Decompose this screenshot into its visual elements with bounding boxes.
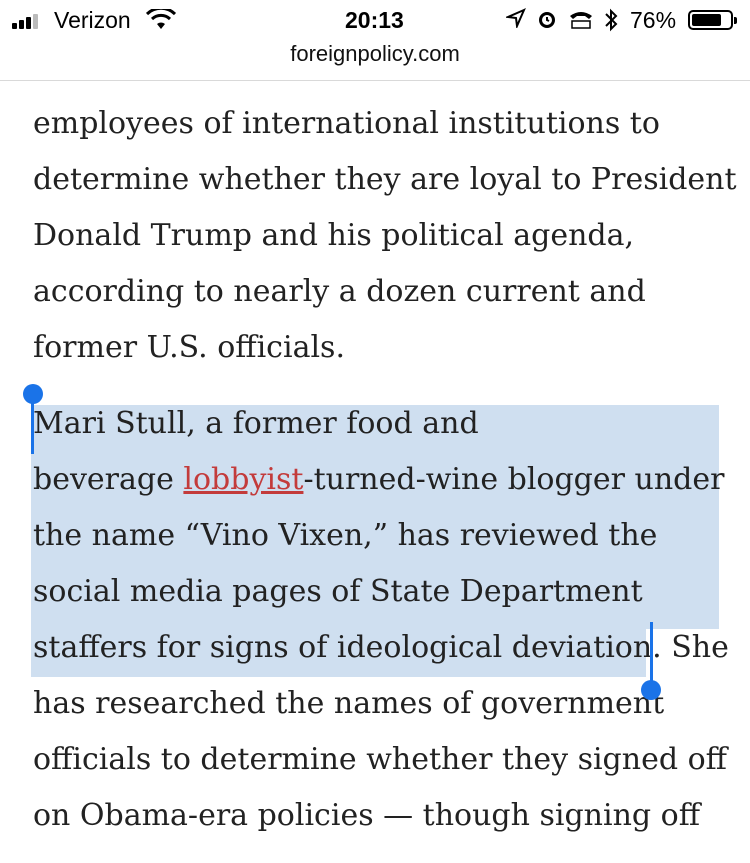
article-body: employees of international institutions … [33, 68, 737, 844]
text-line: social media pages of State Department [33, 574, 643, 609]
selection-end-handle[interactable] [641, 680, 661, 700]
alarm-icon [536, 8, 558, 36]
location-icon [504, 8, 526, 34]
text-line: according to nearly a dozen current and [33, 274, 646, 309]
text-line: on Obama-era policies — though signing o… [33, 798, 701, 833]
battery-icon [688, 10, 737, 30]
lobbyist-link[interactable]: lobbyist [183, 462, 303, 497]
text-line: has researched the names of government [33, 686, 665, 721]
bluetooth-icon [604, 8, 618, 38]
selection-end-caret [650, 622, 653, 684]
url-text: foreignpolicy.com [290, 41, 460, 66]
tty-icon [568, 8, 594, 36]
carrier-name: Verizon [54, 7, 131, 33]
paragraph-2[interactable]: Mari Stull, a former food and beverage l… [33, 396, 733, 844]
battery-percent: 76% [630, 7, 677, 33]
text-line: Donald Trump and his political agenda, [33, 218, 635, 253]
text-line: beverage lobbyist-turned-wine blogger un… [33, 462, 725, 497]
status-bar: Verizon 20:13 76% [0, 0, 750, 40]
text-line: the name “Vino Vixen,” has reviewed the [33, 518, 658, 553]
paragraph-1: employees of international institutions … [33, 96, 737, 376]
text-line: employees of international institutions … [33, 106, 660, 141]
text-line: staffers for signs of ideological deviat… [33, 630, 729, 665]
text-line: determine whether they are loyal to Pres… [33, 162, 737, 197]
text-line: Mari Stull, a former food and [33, 406, 479, 441]
signal-icon [12, 13, 48, 29]
wifi-icon [145, 6, 177, 37]
clock: 20:13 [345, 7, 404, 33]
selection-start-caret [31, 396, 34, 454]
text-line: officials to determine whether they sign… [33, 742, 727, 777]
text-line: former U.S. officials. [33, 330, 345, 365]
